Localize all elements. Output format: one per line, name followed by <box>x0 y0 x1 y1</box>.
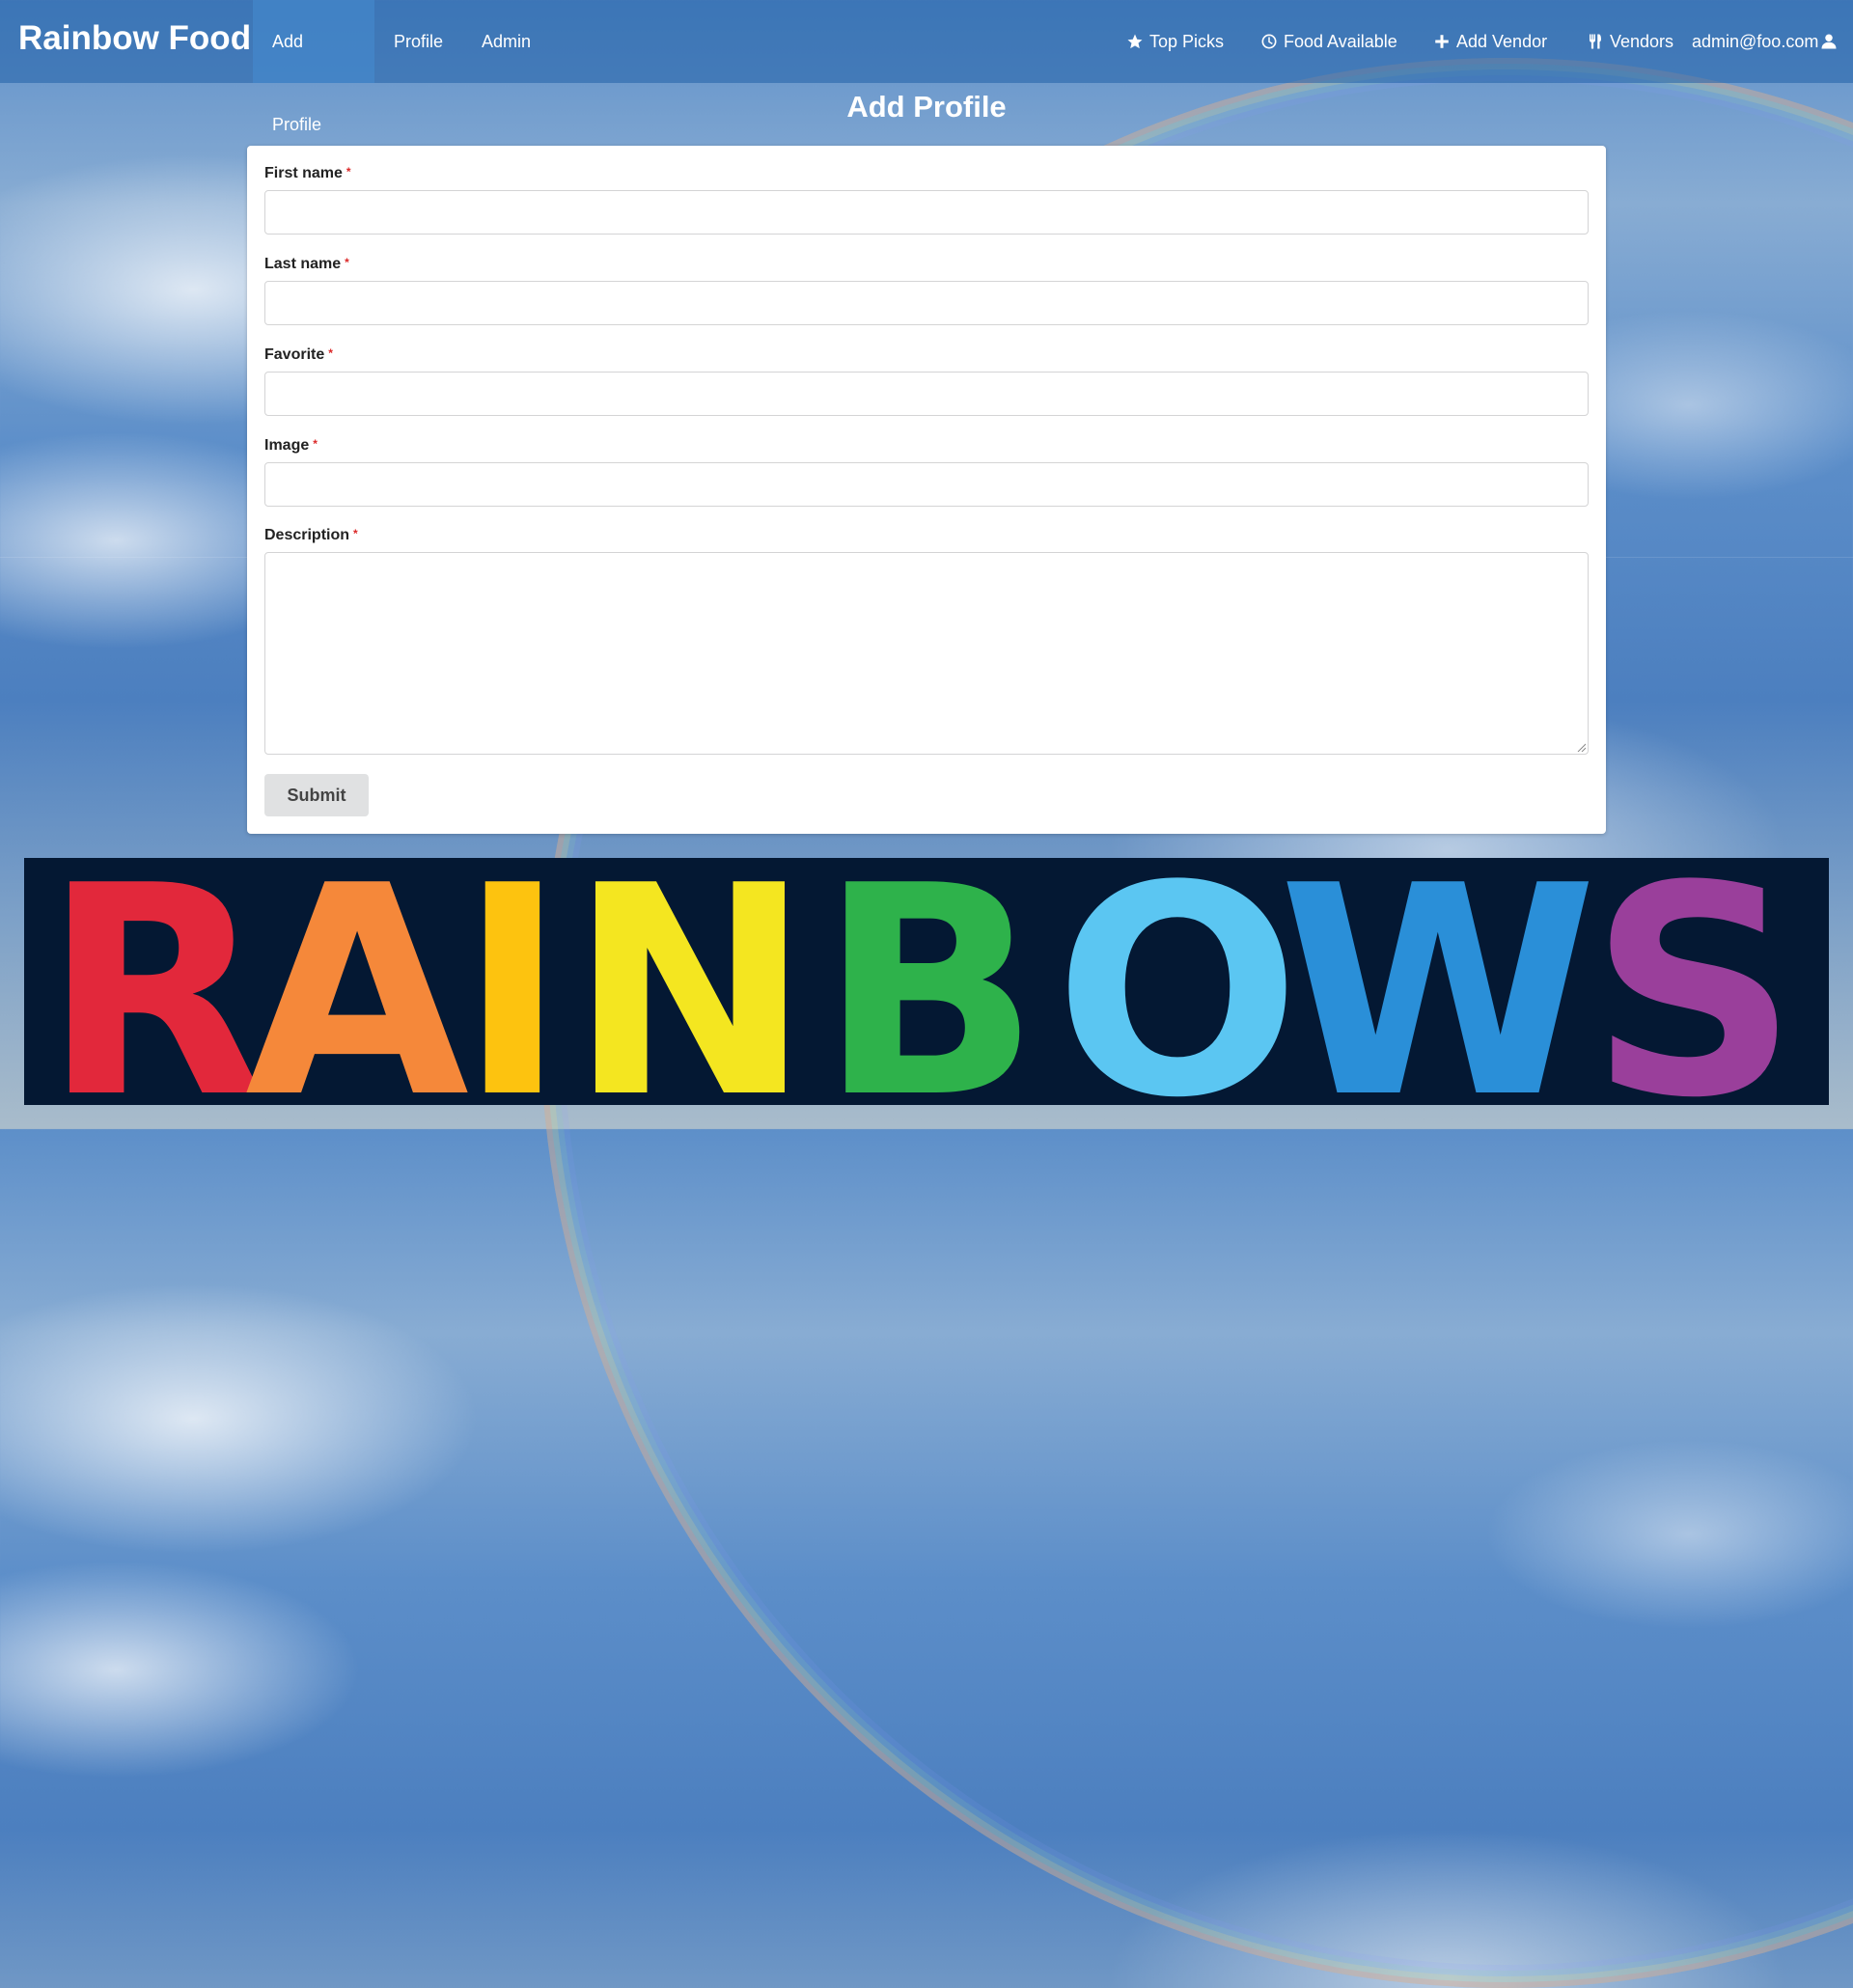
page-title: Add Profile <box>846 90 1007 124</box>
nav-food-available[interactable]: Food Available <box>1260 0 1397 83</box>
add-profile-form: First name * Last name * Favorite * Image * … <box>247 146 1606 834</box>
required-marker: * <box>345 256 349 269</box>
nav-vendors-label: Vendors <box>1610 31 1674 51</box>
banner-letter-w: W <box>1279 858 1598 1105</box>
favorite-field[interactable] <box>264 372 1589 416</box>
resize-handle-icon[interactable] <box>1576 742 1586 752</box>
nav-top-picks-label: Top Picks <box>1149 31 1225 51</box>
banner-letter-s: S <box>1590 858 1798 1105</box>
image-field[interactable] <box>264 462 1589 507</box>
last-name-label: Last name * <box>264 256 349 272</box>
navbar: Rainbow Food Add Profile Profile Admin T… <box>0 0 1853 134</box>
plus-icon <box>1435 35 1449 48</box>
required-marker: * <box>313 437 318 451</box>
first-name-field[interactable] <box>264 190 1589 235</box>
required-marker: * <box>346 165 351 179</box>
description-textarea[interactable] <box>264 552 1589 755</box>
nav-admin[interactable]: Admin <box>462 0 550 83</box>
banner-letter-n: N <box>568 858 811 1105</box>
user-menu[interactable]: admin@foo.com <box>1692 0 1838 83</box>
star-icon <box>1127 34 1143 49</box>
nav-add-profile[interactable]: Add Profile <box>253 0 374 134</box>
rainbows-banner-art: R A I N B O W S <box>42 858 1798 1105</box>
last-name-field[interactable] <box>264 281 1589 325</box>
clock-icon <box>1261 34 1277 49</box>
utensils-icon <box>1589 34 1601 49</box>
nav-vendors[interactable]: Vendors <box>1587 0 1673 83</box>
user-email: admin@foo.com <box>1692 31 1819 51</box>
image-label: Image * <box>264 437 318 454</box>
rainbows-banner: R A I N B O W S <box>24 858 1829 1105</box>
favorite-label: Favorite * <box>264 346 333 363</box>
description-label: Description * <box>264 527 358 543</box>
nav-food-available-label: Food Available <box>1284 31 1397 51</box>
banner-letter-b: B <box>819 858 1040 1105</box>
nav-add-vendor-label: Add Vendor <box>1456 31 1548 51</box>
banner-letter-i: I <box>458 858 567 1105</box>
brand-title[interactable]: Rainbow Food <box>18 19 251 58</box>
nav-add-vendor[interactable]: Add Vendor <box>1433 0 1547 83</box>
first-name-label: First name * <box>264 165 351 181</box>
user-icon <box>1821 34 1837 49</box>
nav-top-picks[interactable]: Top Picks <box>1126 0 1224 83</box>
nav-profile[interactable]: Profile <box>374 0 462 83</box>
required-marker: * <box>328 346 333 360</box>
banner-letter-a: A <box>245 858 471 1105</box>
banner-letter-r: R <box>42 858 265 1105</box>
submit-button[interactable]: Submit <box>264 774 369 816</box>
banner-letter-o: O <box>1054 858 1300 1105</box>
required-marker: * <box>353 527 358 540</box>
